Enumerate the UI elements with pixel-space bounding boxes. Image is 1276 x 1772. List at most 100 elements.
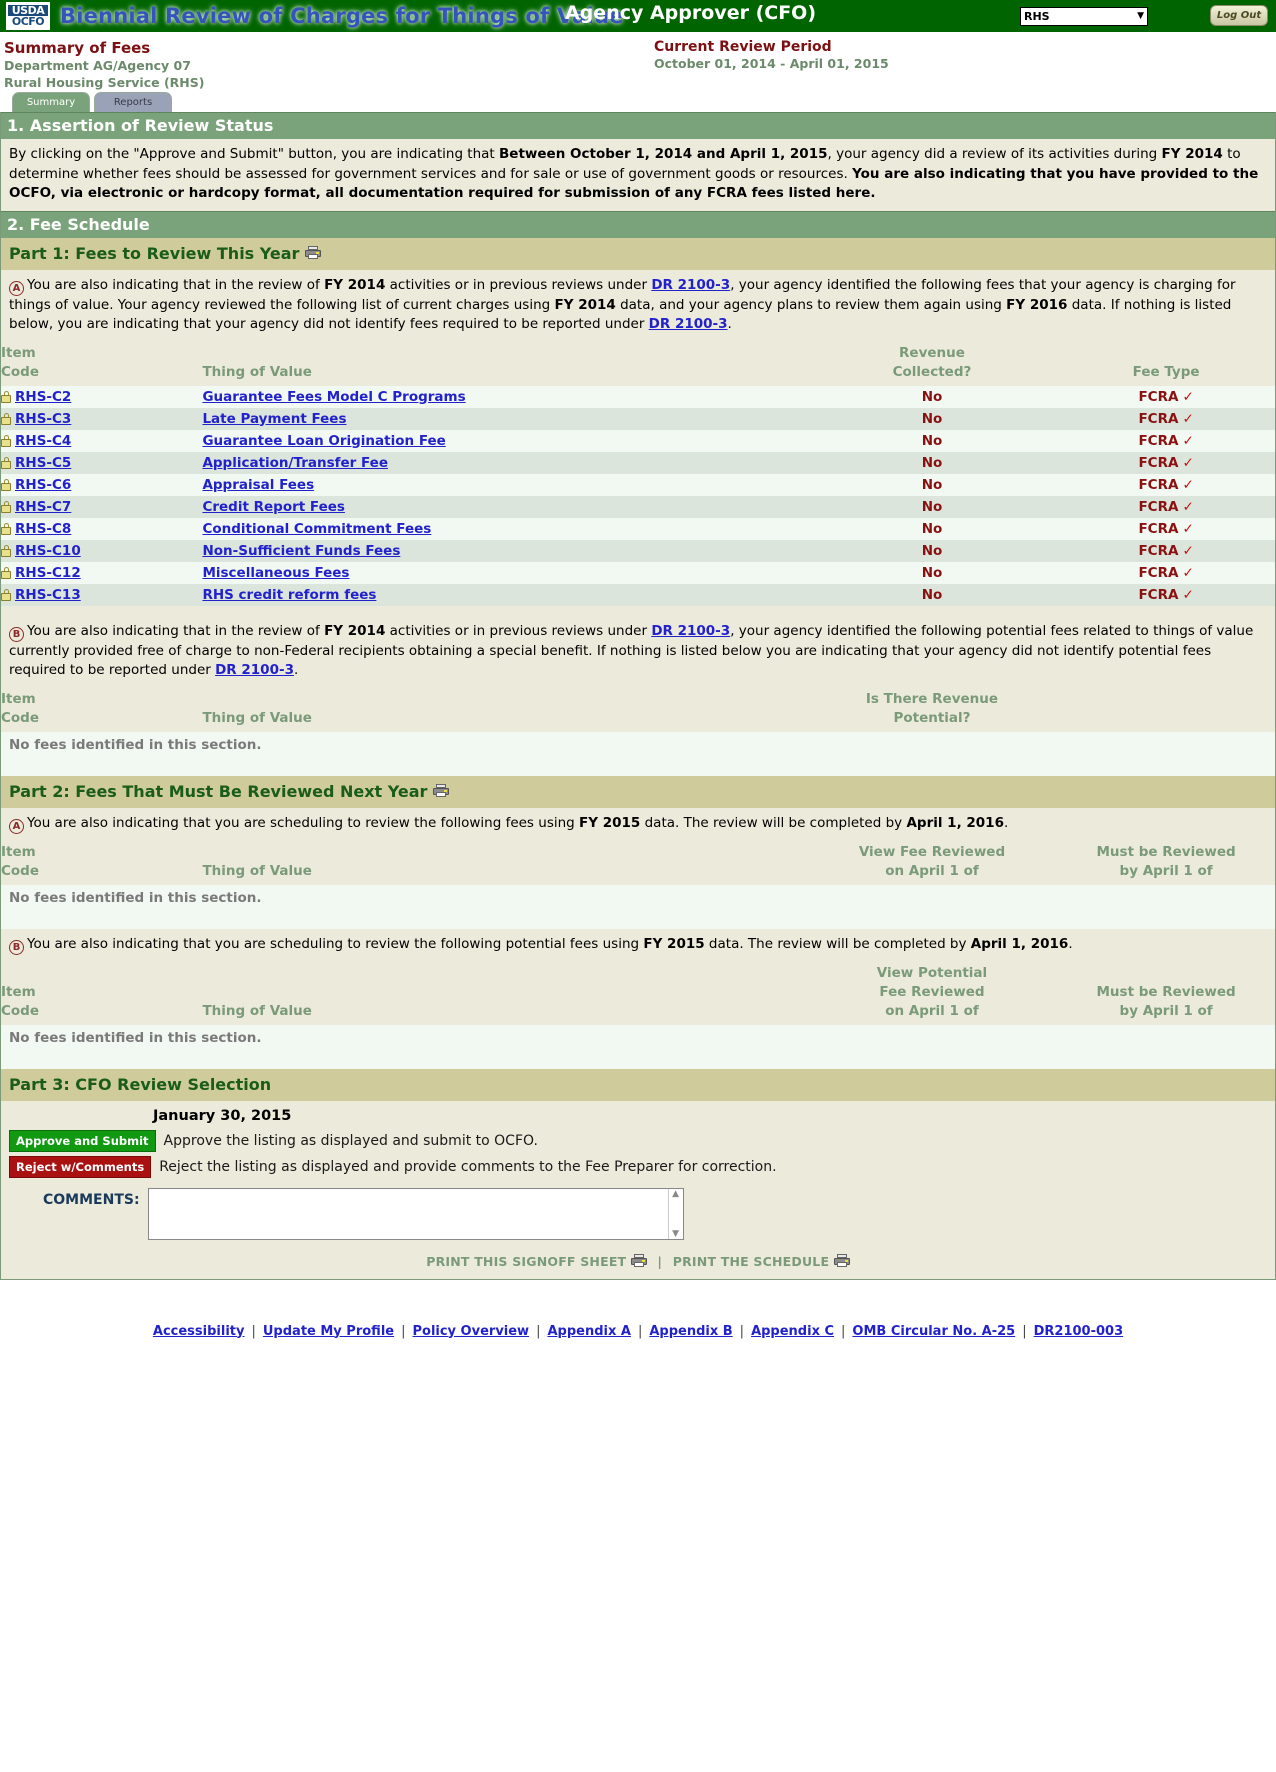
table-bottom-spacer [1, 605, 1275, 616]
print-signoff-link[interactable]: PRINT THIS SIGNOFF SHEET [426, 1254, 626, 1269]
fee-code-link[interactable]: RHS-C7 [15, 499, 71, 515]
fee-name-link[interactable]: RHS credit reform fees [202, 587, 376, 603]
footer-separator: | [841, 1323, 846, 1339]
col-must-l1: Must be Reviewed [1096, 843, 1236, 860]
fee-name-link[interactable]: Non-Sufficient Funds Fees [202, 543, 400, 559]
check-icon: ✓ [1182, 476, 1194, 493]
comments-scrollbar[interactable]: ▲ ▼ [667, 1188, 683, 1239]
table-header-row: Item Code Thing of Value View Fee Review… [1, 840, 1275, 885]
footer-link[interactable]: OMB Circular No. A-25 [852, 1324, 1015, 1339]
badge-b-icon: B [9, 626, 24, 642]
p1a-fy2: FY 2014 [554, 296, 616, 313]
fee-code-link[interactable]: RHS-C3 [15, 411, 71, 427]
part2-b-empty-message: No fees identified in this section. [1, 1024, 1275, 1051]
footer-link[interactable]: Appendix A [547, 1324, 630, 1339]
fee-code-link[interactable]: RHS-C8 [15, 521, 71, 537]
dr-2100-3-link-3[interactable]: DR 2100-3 [651, 623, 730, 639]
approve-row: Approve and Submit Approve the listing a… [1, 1128, 1275, 1154]
printer-icon[interactable] [305, 246, 322, 260]
col-thing-of-value-label: Thing of Value [202, 363, 312, 380]
col-item-code: Item Code [1, 687, 203, 732]
p2a-t1: You are also indicating that you are sch… [27, 814, 580, 831]
fee-code-link[interactable]: RHS-C13 [15, 587, 81, 603]
review-period-title: Current Review Period [654, 39, 832, 55]
fee-code-link[interactable]: RHS-C4 [15, 433, 71, 449]
col-thing-of-value-label: Thing of Value [202, 862, 312, 879]
dr-2100-3-link-4[interactable]: DR 2100-3 [215, 662, 294, 678]
tab-summary[interactable]: Summary [12, 92, 90, 112]
tab-reports[interactable]: Reports [94, 92, 172, 112]
printer-icon[interactable] [630, 1253, 647, 1268]
fee-type-cell: FCRA ✓ [1057, 385, 1275, 408]
part2-b-paragraph: B You are also indicating that you are sc… [1, 929, 1275, 962]
print-schedule-link[interactable]: PRINT THE SCHEDULE [673, 1254, 829, 1269]
logout-button[interactable]: Log Out [1210, 5, 1268, 26]
p2b-fy1: FY 2015 [643, 935, 705, 952]
agency-select[interactable]: RHS ▼ [1020, 7, 1148, 26]
p1a-t4: data, and your agency plans to review th… [615, 296, 1007, 313]
footer-link[interactable]: DR2100-003 [1034, 1324, 1124, 1339]
fee-name-cell: Conditional Commitment Fees [202, 517, 807, 540]
col-item-code-l1: Item [1, 344, 36, 361]
part-2-a-body: A You are also indicating that you are sc… [1, 807, 1275, 929]
col-must-l1: Must be Reviewed [1096, 983, 1236, 1000]
part-1-title: Part 1: Fees to Review This Year [9, 243, 300, 263]
part2-b-fee-table: x Item Code Thing of Value View Potentia… [1, 961, 1275, 1025]
col-view-l2: on April 1 of [885, 862, 979, 879]
chevron-down-icon: ▼ [1137, 11, 1144, 21]
revenue-collected-cell: No [806, 561, 1058, 584]
agency-label: Rural Housing Service (RHS) [4, 75, 205, 90]
printer-icon[interactable] [433, 784, 450, 798]
review-period-dates: October 01, 2014 - April 01, 2015 [654, 56, 889, 71]
fee-code-link[interactable]: RHS-C10 [15, 543, 81, 559]
footer-link[interactable]: Update My Profile [263, 1324, 394, 1339]
footer-separator: | [401, 1323, 406, 1339]
check-icon: ✓ [1182, 520, 1194, 537]
fee-code-link[interactable]: RHS-C5 [15, 455, 71, 471]
footer-link[interactable]: Appendix B [649, 1324, 732, 1339]
fee-code-link[interactable]: RHS-C6 [15, 477, 71, 493]
lock-icon [1, 588, 11, 601]
scroll-down-icon[interactable]: ▼ [672, 1229, 679, 1239]
col-must-l2: by April 1 of [1119, 862, 1213, 879]
fee-code-link[interactable]: RHS-C2 [15, 389, 71, 405]
fee-name-link[interactable]: Conditional Commitment Fees [202, 521, 431, 537]
p1b-t2: activities or in previous reviews under [385, 622, 652, 639]
comments-textarea[interactable]: ▲ ▼ [147, 1187, 684, 1240]
p2a-fy1: FY 2015 [579, 814, 641, 831]
fee-code-link[interactable]: RHS-C12 [15, 565, 81, 581]
scroll-up-icon[interactable]: ▲ [672, 1189, 679, 1199]
part2-a-spacer [1, 910, 1275, 929]
footer-separator: | [536, 1323, 541, 1339]
fee-name-link[interactable]: Guarantee Fees Model C Programs [202, 389, 465, 405]
fee-name-cell: Miscellaneous Fees [202, 561, 807, 584]
fee-name-link[interactable]: Miscellaneous Fees [202, 565, 349, 581]
print-links-separator: | [657, 1253, 663, 1269]
footer-link[interactable]: Policy Overview [412, 1324, 529, 1339]
approve-and-submit-button[interactable]: Approve and Submit [9, 1129, 156, 1152]
fee-name-cell: Guarantee Fees Model C Programs [202, 385, 807, 408]
dr-2100-3-link-2[interactable]: DR 2100-3 [649, 316, 728, 332]
fee-code-cell: RHS-C10 [1, 539, 203, 562]
revenue-collected-cell: No [806, 385, 1058, 408]
table-row: RHS-C8 Conditional Commitment Fees No FCRA ✓ [1, 517, 1275, 540]
badge-b-icon: B [9, 939, 24, 955]
revenue-collected-cell: No [806, 407, 1058, 430]
fee-name-link[interactable]: Credit Report Fees [202, 499, 345, 515]
dr-2100-3-link[interactable]: DR 2100-3 [651, 277, 730, 293]
fee-name-link[interactable]: Appraisal Fees [202, 477, 314, 493]
fee-type-cell: FCRA ✓ [1057, 429, 1275, 452]
printer-icon[interactable] [833, 1253, 850, 1268]
badge-a-icon: A [9, 280, 24, 296]
fee-name-link[interactable]: Late Payment Fees [202, 411, 346, 427]
check-icon: ✓ [1182, 388, 1194, 405]
col-view-l3: on April 1 of [885, 1002, 979, 1019]
fee-name-link[interactable]: Guarantee Loan Origination Fee [202, 433, 445, 449]
reject-with-comments-button[interactable]: Reject w/Comments [9, 1155, 152, 1178]
app-header-bar: USDA OCFO Biennial Review of Charges for… [0, 0, 1276, 32]
badge-a-icon: A [9, 818, 24, 834]
footer-link[interactable]: Appendix C [751, 1324, 834, 1339]
footer-link[interactable]: Accessibility [153, 1324, 245, 1339]
check-icon: ✓ [1182, 586, 1194, 603]
fee-name-link[interactable]: Application/Transfer Fee [202, 455, 388, 471]
